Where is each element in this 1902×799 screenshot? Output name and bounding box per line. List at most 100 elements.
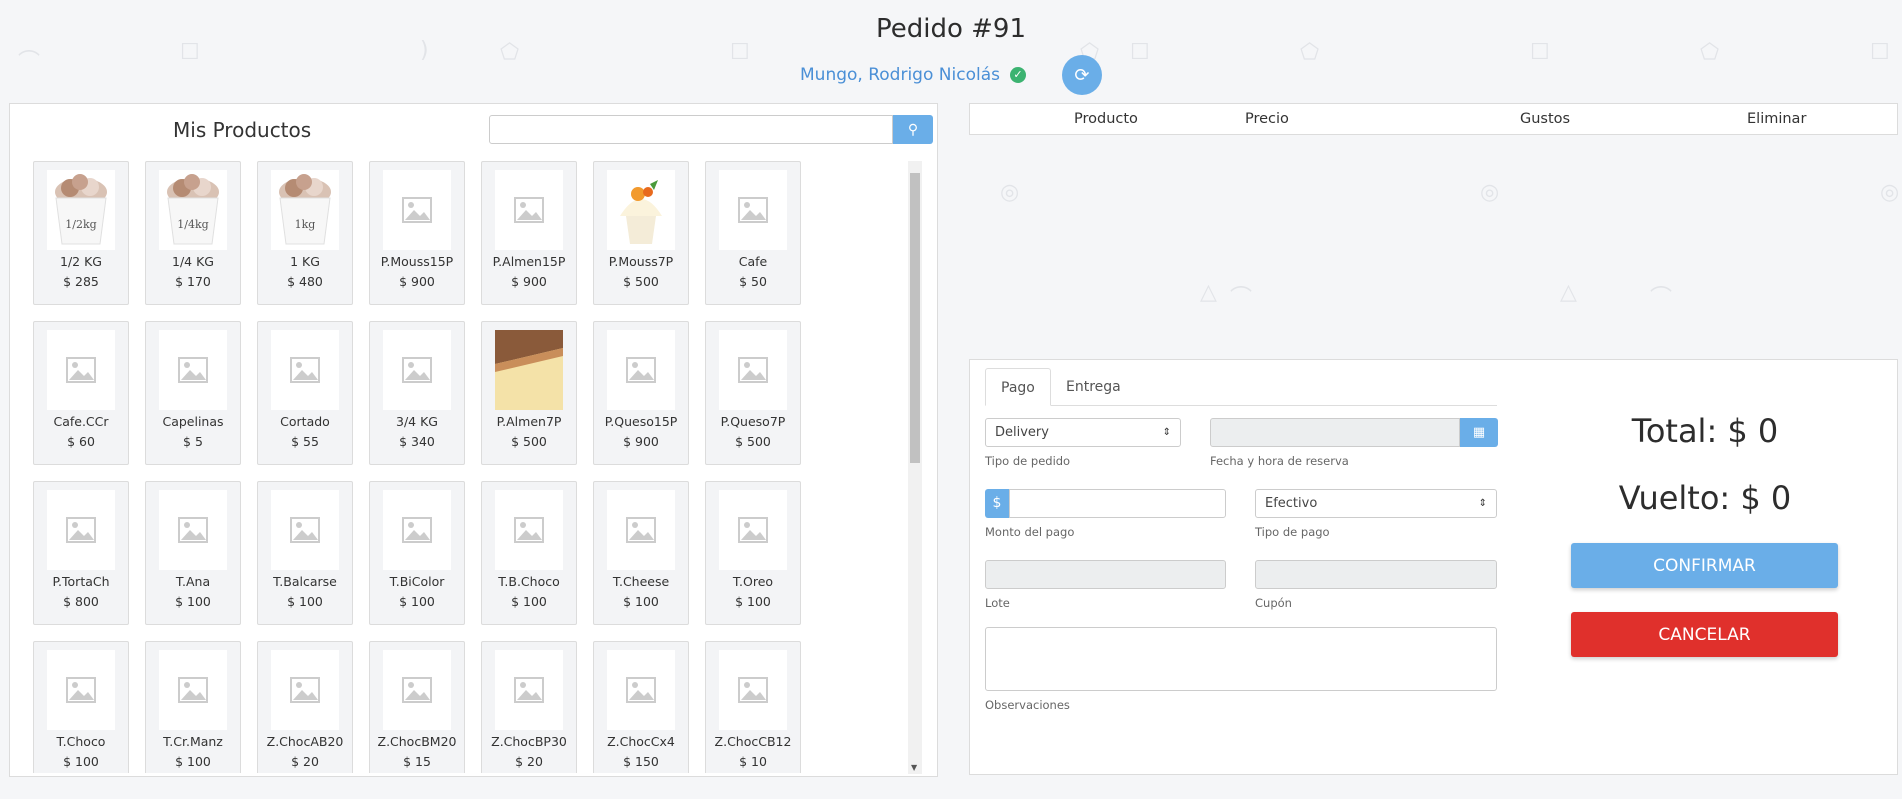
product-card[interactable]: Z.ChocCx4 $ 150 [593, 641, 689, 773]
product-card[interactable]: T.Cr.Manz $ 100 [145, 641, 241, 773]
product-card[interactable]: T.Oreo $ 100 [705, 481, 801, 625]
product-card[interactable]: P.Mouss7P $ 500 [593, 161, 689, 305]
customer-name-link[interactable]: Mungo, Rodrigo Nicolás [800, 65, 1000, 85]
product-card[interactable]: Cortado $ 55 [257, 321, 353, 465]
product-card[interactable]: T.BiColor $ 100 [369, 481, 465, 625]
product-name: Z.ChocCB12 [714, 734, 792, 749]
observaciones-textarea[interactable] [985, 627, 1497, 691]
refresh-button[interactable]: ⟳ [1061, 55, 1102, 95]
cancel-button[interactable]: CANCELAR [1571, 612, 1838, 657]
product-card[interactable]: T.B.Choco $ 100 [481, 481, 577, 625]
cupon-input[interactable] [1255, 560, 1497, 589]
image-placeholder-icon [383, 170, 451, 250]
product-image: 1/2kg [47, 170, 115, 250]
product-card[interactable]: Z.ChocBM20 $ 15 [369, 641, 465, 773]
monto-pago-input[interactable] [1009, 489, 1226, 518]
tab-entrega[interactable]: Entrega [1051, 368, 1136, 406]
product-price: $ 100 [63, 754, 99, 769]
search-input[interactable] [489, 115, 893, 144]
product-name: P.Queso15P [604, 414, 678, 429]
total-amount: Total: $ 0 [1631, 412, 1779, 450]
product-card[interactable]: Z.ChocAB20 $ 20 [257, 641, 353, 773]
image-placeholder-icon [495, 650, 563, 730]
product-card[interactable]: T.Ana $ 100 [145, 481, 241, 625]
product-grid: 1/2kg 1/2 KG $ 285 1/4kg 1/4 KG $ 170 1kg 1 KG $… [33, 161, 893, 773]
product-name: P.Queso7P [720, 414, 786, 429]
product-card[interactable]: 1/4kg 1/4 KG $ 170 [145, 161, 241, 305]
search-button[interactable]: ⚲ [893, 115, 933, 144]
product-card[interactable]: P.Almen15P $ 900 [481, 161, 577, 305]
product-card[interactable]: 1/2kg 1/2 KG $ 285 [33, 161, 129, 305]
product-price: $ 20 [515, 754, 543, 769]
product-price: $ 800 [63, 594, 99, 609]
product-price: $ 170 [175, 274, 211, 289]
image-placeholder-icon [47, 650, 115, 730]
observaciones-label: Observaciones [985, 698, 1070, 712]
order-table-header: Producto Precio Gustos Eliminar [969, 103, 1898, 135]
product-card[interactable]: P.Almen7P $ 500 [481, 321, 577, 465]
product-card[interactable]: Cafe $ 50 [705, 161, 801, 305]
product-price: $ 100 [175, 594, 211, 609]
product-card[interactable]: Cafe.CCr $ 60 [33, 321, 129, 465]
monto-pago-label: Monto del pago [985, 525, 1075, 539]
product-price: $ 55 [291, 434, 319, 449]
product-price: $ 20 [291, 754, 319, 769]
product-card[interactable]: 1kg 1 KG $ 480 [257, 161, 353, 305]
product-image: 1/4kg [159, 170, 227, 250]
fecha-reserva-label: Fecha y hora de reserva [1210, 454, 1349, 468]
product-card[interactable]: P.Queso7P $ 500 [705, 321, 801, 465]
tipo-pedido-value: Delivery [995, 425, 1049, 440]
product-price: $ 900 [623, 434, 659, 449]
scrollbar-thumb[interactable] [910, 173, 920, 463]
image-placeholder-icon [719, 170, 787, 250]
product-card[interactable]: T.Cheese $ 100 [593, 481, 689, 625]
products-panel: Mis Productos ⚲ 1/2kg 1/2 KG $ 285 1/4kg 1/4… [9, 103, 938, 777]
product-name: 1 KG [290, 254, 320, 269]
scroll-down-arrow-icon[interactable]: ▼ [911, 763, 917, 772]
confirm-button[interactable]: CONFIRMAR [1571, 543, 1838, 588]
tipo-pago-label: Tipo de pago [1255, 525, 1330, 539]
product-price: $ 100 [511, 594, 547, 609]
product-card[interactable]: T.Choco $ 100 [33, 641, 129, 773]
product-card[interactable]: T.Balcarse $ 100 [257, 481, 353, 625]
product-price: $ 100 [175, 754, 211, 769]
product-price: $ 900 [511, 274, 547, 289]
product-grid-scrollbar[interactable]: ▼ [908, 161, 922, 774]
payment-tabs: Pago Entrega [985, 368, 1497, 406]
product-name: P.Mouss7P [608, 254, 674, 269]
product-card[interactable]: P.Mouss15P $ 900 [369, 161, 465, 305]
product-card[interactable]: P.TortaCh $ 800 [33, 481, 129, 625]
tab-pago[interactable]: Pago [985, 368, 1051, 406]
image-placeholder-icon [719, 490, 787, 570]
tipo-pedido-select[interactable]: Delivery ⇕ [985, 418, 1181, 447]
fecha-reserva-input[interactable] [1210, 418, 1460, 447]
product-name: T.Ana [175, 574, 211, 589]
tipo-pago-select[interactable]: Efectivo ⇕ [1255, 489, 1497, 518]
image-placeholder-icon [495, 490, 563, 570]
product-card[interactable]: Z.ChocCB12 $ 10 [705, 641, 801, 773]
product-card[interactable]: P.Queso15P $ 900 [593, 321, 689, 465]
select-arrows-icon: ⇕ [1162, 427, 1171, 438]
product-image [607, 170, 675, 250]
product-name: 1/2 KG [60, 254, 102, 269]
product-image [495, 330, 563, 410]
page-title: Pedido #91 [875, 14, 1027, 44]
calendar-icon: ▦ [1472, 425, 1486, 440]
product-card[interactable]: 3/4 KG $ 340 [369, 321, 465, 465]
image-placeholder-icon [495, 170, 563, 250]
lote-input[interactable] [985, 560, 1226, 589]
image-placeholder-icon [47, 490, 115, 570]
change-amount: Vuelto: $ 0 [1618, 479, 1792, 517]
product-card[interactable]: Capelinas $ 5 [145, 321, 241, 465]
product-name: Z.ChocCx4 [607, 734, 675, 749]
verified-check-icon: ✓ [1009, 67, 1026, 83]
product-price: $ 15 [403, 754, 431, 769]
calendar-button[interactable]: ▦ [1460, 418, 1498, 447]
product-card[interactable]: Z.ChocBP30 $ 20 [481, 641, 577, 773]
product-price: $ 50 [739, 274, 767, 289]
products-panel-title: Mis Productos [173, 118, 312, 142]
product-price: $ 100 [287, 594, 323, 609]
currency-prefix: $ [985, 489, 1009, 518]
product-name: P.Almen7P [496, 414, 562, 429]
column-producto: Producto [1074, 111, 1138, 127]
